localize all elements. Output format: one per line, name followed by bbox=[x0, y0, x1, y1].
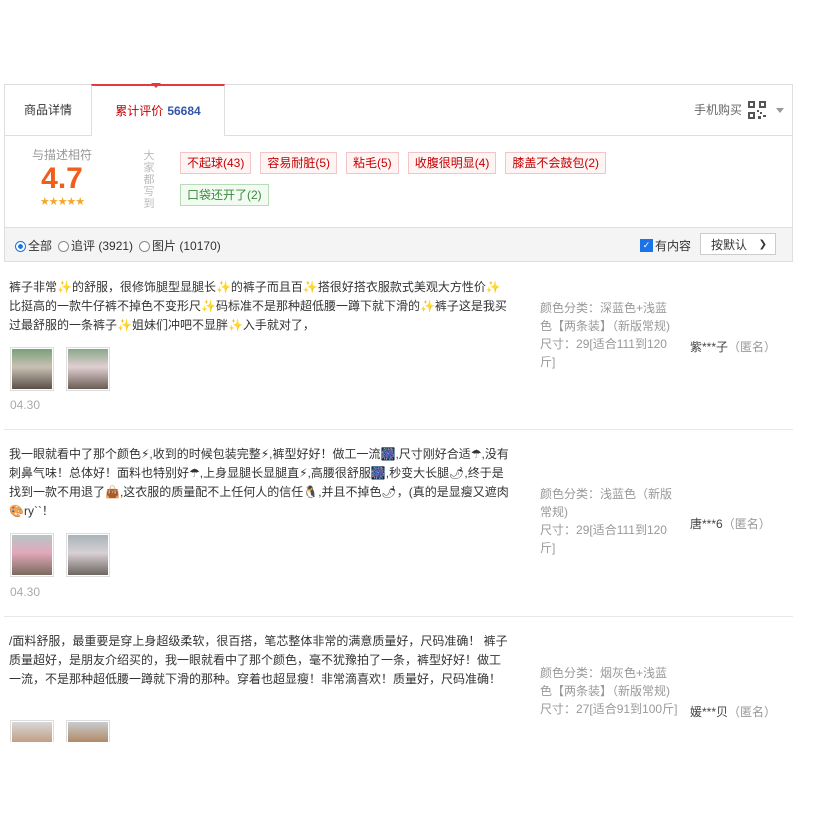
filter-images[interactable]: 图片 (10170) bbox=[139, 237, 221, 254]
chevron-down-icon: ❯ bbox=[758, 239, 767, 250]
has-content-checkbox[interactable]: ✓ 有内容 bbox=[640, 237, 691, 254]
filter-followup[interactable]: 追评 (3921) bbox=[58, 237, 133, 254]
review-photo[interactable] bbox=[66, 533, 110, 577]
radio-icon bbox=[139, 241, 151, 252]
impression-tags: 不起球(43) 容易耐脏(5) 粘毛(5) 收腹很明显(4) 膝盖不会鼓包(2) 口袋还开… bbox=[180, 152, 700, 216]
reviewer-name: 媛***贝 bbox=[690, 705, 729, 719]
review-photo[interactable] bbox=[10, 347, 54, 391]
review-item: 裤子非常✨的舒服，很修饰腿型显腿长✨的裤子而且百✨搭很好搭衣服款式美观大方性价✨… bbox=[4, 263, 793, 430]
review-item: 我一眼就看中了那个颜色⚡,收到的时候包装完整⚡,裤型好好！做工一流🎆,尺寸刚好合… bbox=[4, 430, 793, 617]
review-photo[interactable] bbox=[10, 533, 54, 577]
mobile-buy[interactable]: 手机购买 bbox=[694, 85, 784, 135]
review-photo[interactable] bbox=[66, 720, 110, 742]
impression-tag[interactable]: 膝盖不会鼓包(2) bbox=[505, 152, 607, 174]
filter-all[interactable]: 全部 bbox=[15, 237, 52, 254]
review-date: 04.30 bbox=[10, 398, 41, 412]
review-sku: 颜色分类：烟灰色+浅蓝色【两条装】（新版常规) 尺寸：27[适合91到100斤] bbox=[540, 664, 678, 718]
filter-followup-label: 追评 (3921) bbox=[71, 239, 134, 253]
reviewer-name: 唐***6 bbox=[690, 517, 723, 531]
tab-reviews[interactable]: 累计评价 56684 bbox=[91, 84, 225, 137]
review-count: 56684 bbox=[167, 104, 201, 118]
reviewer: 媛***贝（匿名） bbox=[690, 703, 776, 720]
review-date: 04.30 bbox=[10, 585, 41, 599]
impression-tag[interactable]: 粘毛(5) bbox=[346, 152, 399, 174]
chevron-down-icon bbox=[776, 107, 784, 113]
review-sku: 颜色分类：浅蓝色（新版常规) 尺寸：29[适合111到120斤] bbox=[540, 485, 678, 557]
score-box: 与描述相符 4.7 ★★★★★ bbox=[27, 146, 97, 208]
sku-color-label: 颜色分类： bbox=[540, 666, 601, 680]
reviewer-anon: （匿名） bbox=[728, 340, 777, 354]
filter-images-label: 图片 (10170) bbox=[152, 239, 221, 253]
sku-color-label: 颜色分类： bbox=[540, 487, 601, 501]
review-item: /面料舒服，最重要是穿上身超级柔软，很百搭，笔芯整体非常的满意质量好，尺码准确！… bbox=[4, 617, 793, 742]
sku-size-label: 尺寸： bbox=[540, 337, 577, 351]
review-text: /面料舒服，最重要是穿上身超级柔软，很百搭，笔芯整体非常的满意质量好，尺码准确！… bbox=[9, 634, 508, 686]
radio-selected-icon bbox=[15, 241, 26, 252]
sort-label: 按默认 bbox=[711, 238, 748, 252]
sku-color-label: 颜色分类： bbox=[540, 301, 601, 315]
rating-summary: 与描述相符 4.7 ★★★★★ 大家都写到 不起球(43) 容易耐脏(5) 粘毛(5… bbox=[4, 136, 793, 227]
qr-code-icon bbox=[748, 101, 766, 119]
review-photo[interactable] bbox=[66, 347, 110, 391]
filter-bar: 全部 追评 (3921) 图片 (10170) ✓ 有内容 按默认 ❯ bbox=[4, 227, 793, 262]
mobile-buy-label: 手机购买 bbox=[693, 103, 742, 117]
reviewer: 紫***子（匿名） bbox=[690, 338, 776, 355]
impression-tag[interactable]: 容易耐脏(5) bbox=[260, 152, 338, 174]
tab-bar: 商品详情 累计评价 56684 手机购买 bbox=[4, 83, 793, 137]
sku-size: 27[适合91到100斤] bbox=[576, 702, 678, 716]
reviewer-name: 紫***子 bbox=[690, 340, 729, 354]
active-tab-arrow-icon bbox=[151, 83, 161, 88]
impression-tag[interactable]: 口袋还开了(2) bbox=[180, 184, 269, 206]
review-photo[interactable] bbox=[10, 720, 54, 742]
filter-all-label: 全部 bbox=[28, 239, 53, 253]
sku-size-label: 尺寸： bbox=[540, 702, 577, 716]
review-module: 商品详情 累计评价 56684 手机购买 与描述相符 4.7 ★★★★★ 大家都写… bbox=[4, 83, 793, 262]
review-text: 裤子非常✨的舒服，很修饰腿型显腿长✨的裤子而且百✨搭很好搭衣服款式美观大方性价✨… bbox=[9, 280, 507, 332]
radio-icon bbox=[58, 241, 70, 252]
review-text: 我一眼就看中了那个颜色⚡,收到的时候包装完整⚡,裤型好好！做工一流🎆,尺寸刚好合… bbox=[9, 447, 509, 518]
sku-size-label: 尺寸： bbox=[540, 523, 577, 537]
has-content-label: 有内容 bbox=[655, 239, 692, 253]
impression-tag[interactable]: 收腹很明显(4) bbox=[407, 152, 497, 174]
reviewer: 唐***6（匿名） bbox=[690, 515, 771, 532]
review-sku: 颜色分类：深蓝色+浅蓝色【两条装】（新版常规) 尺寸：29[适合111到120斤… bbox=[540, 299, 678, 371]
reviewer-anon: （匿名） bbox=[722, 517, 771, 531]
tab-product-details[interactable]: 商品详情 bbox=[5, 85, 91, 135]
impression-tag[interactable]: 不起球(43) bbox=[180, 152, 252, 174]
score-label: 与描述相符 bbox=[31, 148, 92, 162]
tab-reviews-label: 累计评价 bbox=[115, 104, 164, 118]
star-rating-icon: ★★★★★ bbox=[39, 196, 85, 208]
reviewer-anon: （匿名） bbox=[728, 705, 777, 719]
sort-dropdown[interactable]: 按默认 ❯ bbox=[700, 233, 776, 255]
score-value: 4.7 bbox=[41, 162, 83, 195]
everyone-says-label: 大家都写到 bbox=[143, 150, 155, 210]
checkbox-checked-icon: ✓ bbox=[640, 239, 653, 252]
